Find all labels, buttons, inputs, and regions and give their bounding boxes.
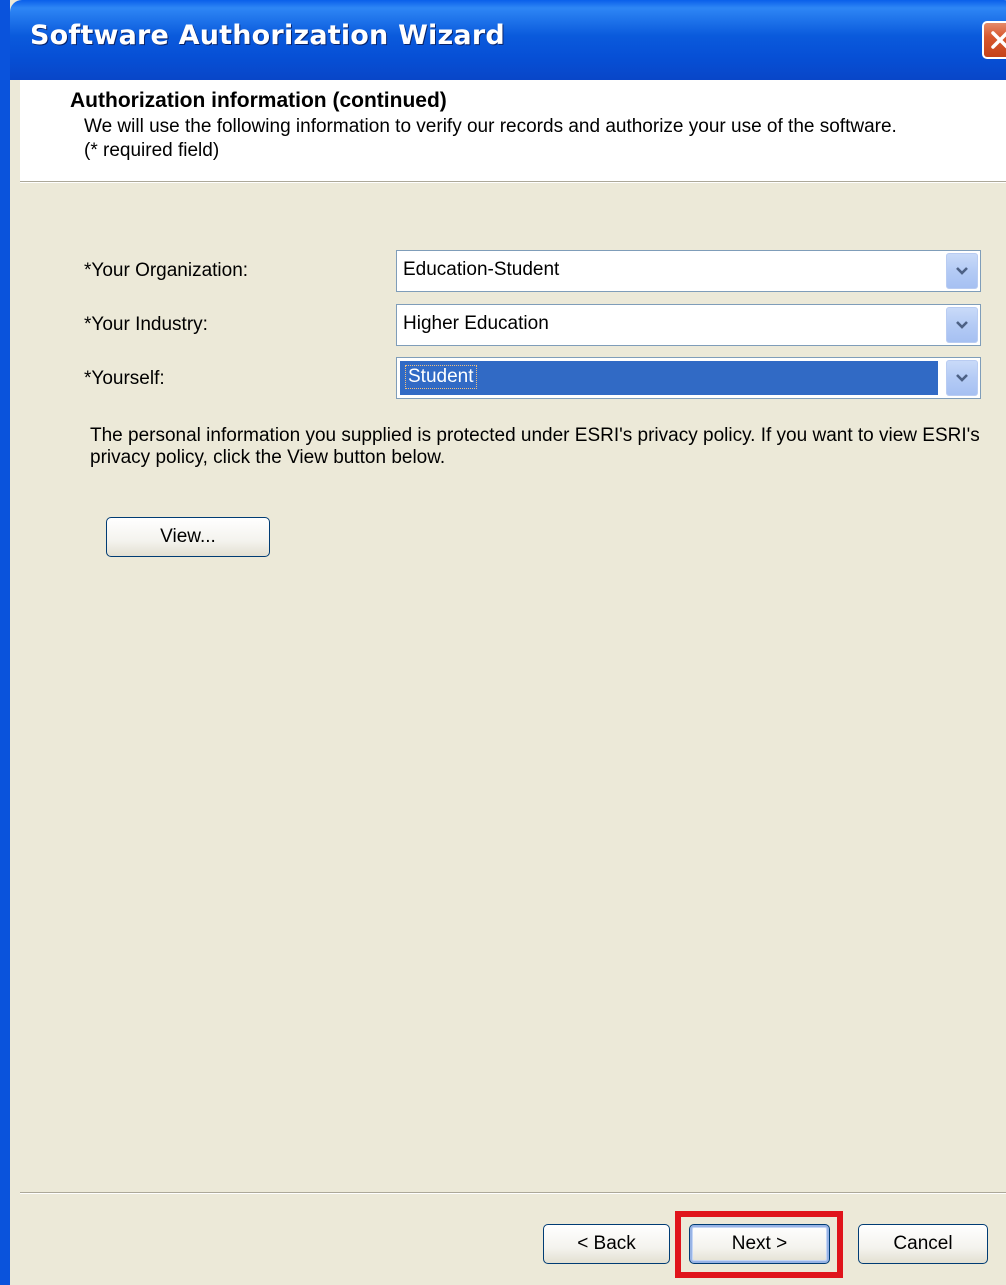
- footer-divider-highlight: [20, 1193, 1006, 1194]
- wizard-window: Software Authorization Wizard Authorizat…: [0, 0, 1006, 1285]
- back-button[interactable]: < Back: [543, 1224, 670, 1264]
- cancel-button[interactable]: Cancel: [858, 1224, 988, 1264]
- privacy-notice: The personal information you supplied is…: [90, 425, 980, 468]
- organization-label: *Your Organization:: [84, 260, 249, 281]
- wizard-header: Authorization information (continued) We…: [20, 80, 1006, 182]
- chevron-down-icon: [956, 321, 968, 329]
- next-button-highlight-box: [675, 1211, 843, 1278]
- title-bar[interactable]: Software Authorization Wizard: [10, 0, 1006, 80]
- organization-dropdown-button[interactable]: [946, 253, 978, 289]
- window-title: Software Authorization Wizard: [30, 20, 505, 51]
- industry-dropdown[interactable]: Higher Education: [396, 304, 981, 346]
- industry-dropdown-button[interactable]: [946, 307, 978, 343]
- close-button[interactable]: [982, 21, 1006, 59]
- yourself-dropdown[interactable]: Student: [396, 357, 981, 399]
- industry-value: Higher Education: [403, 313, 549, 334]
- yourself-dropdown-button[interactable]: [946, 360, 978, 396]
- organization-value: Education-Student: [403, 259, 560, 280]
- page-title: Authorization information (continued): [70, 89, 447, 112]
- selection-highlight: [400, 361, 938, 395]
- view-button[interactable]: View...: [106, 517, 270, 557]
- chevron-down-icon: [956, 267, 968, 275]
- industry-label: *Your Industry:: [84, 314, 208, 335]
- yourself-value: Student: [405, 365, 477, 389]
- header-divider: [20, 182, 1006, 183]
- close-icon: [991, 31, 1006, 49]
- chevron-down-icon: [956, 374, 968, 382]
- organization-dropdown[interactable]: Education-Student: [396, 250, 981, 292]
- yourself-label: *Yourself:: [84, 368, 165, 389]
- page-description: We will use the following information to…: [84, 116, 897, 161]
